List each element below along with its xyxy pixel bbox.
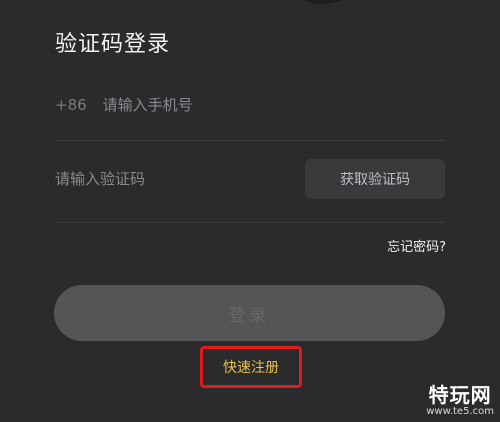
phone-row: +86 — [55, 88, 445, 122]
divider-phone — [55, 140, 445, 141]
quick-register-link[interactable]: 快速注册 — [200, 346, 302, 388]
watermark-logo: 特玩网 www.te5.com — [426, 384, 494, 418]
page-title: 验证码登录 — [55, 32, 171, 57]
quick-register-label: 快速注册 — [223, 360, 279, 376]
get-code-button[interactable]: 获取验证码 — [305, 159, 445, 199]
divider-code — [55, 222, 445, 223]
watermark-site: www.te5.com — [426, 406, 494, 417]
forgot-password-link[interactable]: 忘记密码? — [387, 236, 446, 255]
login-button[interactable]: 登录 — [54, 285, 445, 341]
country-code[interactable]: +86 — [55, 96, 87, 114]
code-row: 获取验证码 — [55, 158, 445, 200]
avatar-partial — [270, 0, 374, 4]
phone-input[interactable] — [102, 96, 343, 114]
watermark-brand: 特玩网 — [428, 383, 492, 407]
verification-code-input[interactable] — [55, 170, 295, 188]
